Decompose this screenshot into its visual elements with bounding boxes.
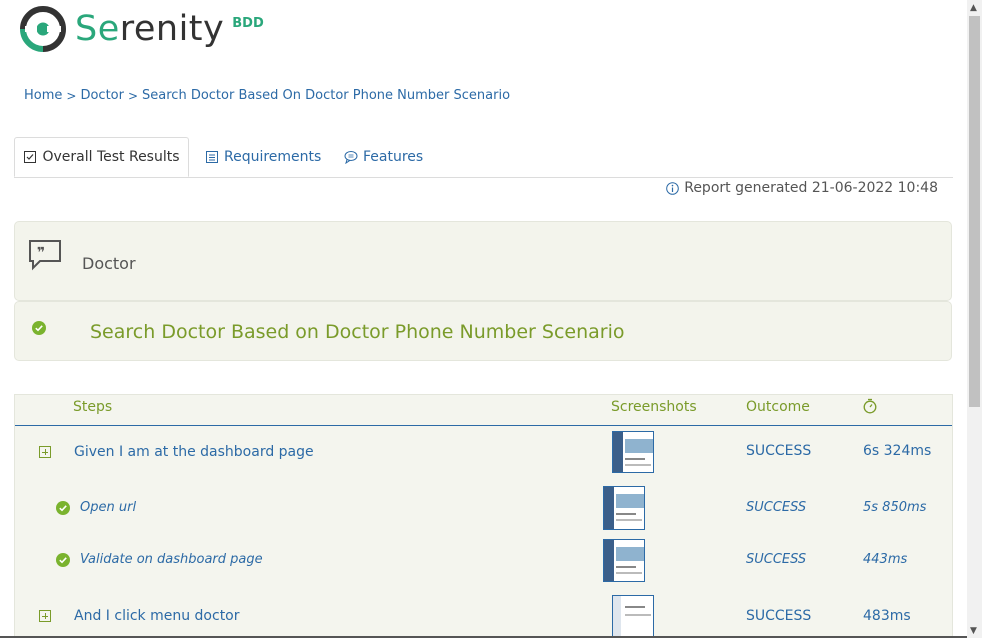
breadcrumb-current-scenario[interactable]: Search Doctor Based On Doctor Phone Numb… — [142, 88, 510, 103]
tab-overall-test-results[interactable]: Overall Test Results — [14, 137, 189, 177]
list-icon — [206, 151, 218, 163]
breadcrumb-separator: > — [127, 88, 139, 103]
header-steps: Steps — [73, 399, 113, 415]
header-screenshots: Screenshots — [611, 399, 697, 415]
stopwatch-icon — [863, 398, 877, 414]
step-outcome: SUCCESS — [746, 552, 807, 567]
step-screenshot-thumbnail[interactable] — [612, 595, 654, 637]
tab-label: Features — [363, 149, 424, 165]
header-outcome: Outcome — [746, 399, 810, 415]
scenario-title: Search Doctor Based on Doctor Phone Numb… — [90, 321, 625, 343]
scrollbar-thumb[interactable] — [969, 16, 980, 407]
vertical-scrollbar[interactable]: ▲ ▼ — [967, 0, 982, 638]
scenario-panel: Search Doctor Based on Doctor Phone Numb… — [14, 301, 952, 361]
success-check-icon — [56, 501, 70, 515]
step-duration: 443ms — [863, 552, 908, 567]
success-check-icon — [32, 321, 46, 335]
report-generated-text: Report generated 21-06-2022 10:48 — [684, 180, 938, 196]
table-row: And I click menu doctor SUCCESS 483ms — [15, 595, 952, 638]
info-icon — [666, 181, 680, 195]
feature-panel: ❞ Doctor — [14, 221, 952, 301]
step-outcome: SUCCESS — [746, 443, 812, 459]
svg-text:❞: ❞ — [37, 245, 45, 261]
step-description: Validate on dashboard page — [80, 552, 263, 567]
feature-name: Doctor — [82, 254, 136, 273]
breadcrumb-doctor[interactable]: Doctor — [80, 88, 124, 103]
step-outcome: SUCCESS — [746, 500, 807, 515]
step-duration: 483ms — [863, 608, 911, 624]
tab-label: Requirements — [224, 149, 322, 165]
quote-bubble-icon: ❞ — [29, 240, 61, 271]
step-description: Given I am at the dashboard page — [74, 444, 314, 460]
table-row: Validate on dashboard page SUCCESS 443ms — [15, 539, 952, 585]
tab-features[interactable]: Features — [344, 137, 423, 177]
scroll-down-arrow-icon[interactable]: ▼ — [970, 626, 977, 636]
table-row: Given I am at the dashboard page SUCCESS… — [15, 431, 952, 481]
step-description: Open url — [80, 500, 137, 515]
expand-step-icon[interactable] — [39, 446, 51, 458]
step-outcome: SUCCESS — [746, 608, 812, 624]
comments-icon — [344, 151, 358, 164]
step-screenshot-thumbnail[interactable] — [603, 539, 645, 582]
steps-table-header: Steps Screenshots Outcome — [15, 395, 952, 426]
step-duration: 5s 850ms — [863, 500, 927, 515]
step-screenshot-thumbnail[interactable] — [603, 486, 645, 530]
report-generated-info: Report generated 21-06-2022 10:48 — [666, 180, 938, 196]
report-tabs: Overall Test Results Requirements Featur… — [14, 137, 953, 178]
tab-label: Overall Test Results — [42, 149, 180, 165]
steps-table: Steps Screenshots Outcome Given I am at … — [14, 394, 953, 638]
step-description: And I click menu doctor — [74, 608, 240, 624]
scroll-up-arrow-icon[interactable]: ▲ — [970, 3, 977, 13]
step-screenshot-thumbnail[interactable] — [612, 431, 654, 473]
serenity-wordmark: Serenity — [75, 9, 225, 49]
success-check-icon — [56, 553, 70, 567]
serenity-logo-mark-icon — [20, 6, 66, 52]
bdd-badge: BDD — [232, 15, 264, 31]
tab-requirements[interactable]: Requirements — [205, 137, 321, 177]
breadcrumb-separator: > — [66, 88, 77, 103]
table-row: Open url SUCCESS 5s 850ms — [15, 486, 952, 532]
step-duration: 6s 324ms — [863, 443, 932, 459]
breadcrumb: Home > Doctor > Search Doctor Based On D… — [24, 88, 510, 103]
checklist-icon — [24, 151, 37, 163]
expand-step-icon[interactable] — [39, 610, 51, 622]
serenity-logo[interactable]: Serenity BDD — [19, 6, 264, 52]
report-page: Serenity BDD Home > Doctor > Search Doct… — [0, 0, 967, 638]
breadcrumb-home[interactable]: Home — [24, 88, 62, 103]
